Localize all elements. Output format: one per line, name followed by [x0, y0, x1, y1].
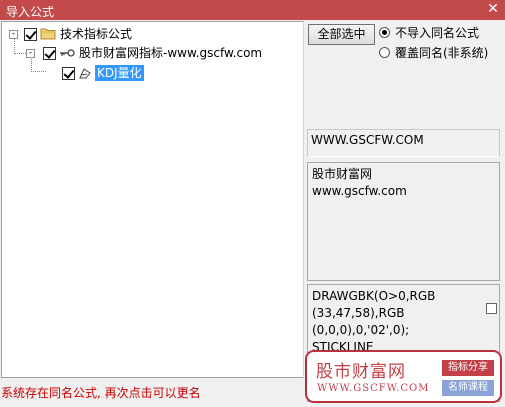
root-checkbox[interactable] [24, 28, 37, 41]
radio-indicator[interactable] [379, 47, 390, 58]
select-all-button[interactable]: 全部选中 [308, 24, 375, 45]
tree-node-label-selected: KDJ量化 [95, 65, 144, 81]
source-checkbox[interactable] [43, 47, 56, 60]
description-line: www.gscfw.com [312, 184, 407, 198]
collapse-icon[interactable]: - [9, 30, 18, 39]
description-line: 股市财富网 [312, 167, 373, 181]
watermark-tag: 指标分享 [442, 360, 494, 376]
code-line: DRAWGBK(O>0,RGB [312, 289, 436, 303]
formula-tree[interactable]: - 技术指标公式 - 股市财富网指标-www.gscfw.com KDJ量化 [1, 21, 304, 378]
tree-node-label: 股市财富网指标-www.gscfw.com [79, 46, 263, 60]
formula-url: WWW.GSCFW.COM [307, 129, 500, 157]
formula-icon [79, 68, 91, 79]
close-icon[interactable]: ✕ [485, 1, 501, 17]
code-line: (0,0,0),0,'02',0); [312, 323, 410, 337]
radio-label: 覆盖同名(非系统) [395, 46, 489, 60]
radio-indicator[interactable] [379, 27, 390, 38]
code-checkbox[interactable] [486, 303, 497, 314]
tree-node-source[interactable]: - 股市财富网指标-www.gscfw.com [2, 44, 302, 62]
tree-node-formula[interactable]: KDJ量化 [2, 63, 302, 81]
watermark-logo: 股市财富网 WWW.GSCFW.COM 指标分享 名师课程 [305, 350, 502, 403]
window-title: 导入公式 [6, 5, 55, 19]
watermark-url: WWW.GSCFW.COM [317, 383, 430, 394]
tree-node-label: 技术指标公式 [60, 27, 133, 41]
formula-checkbox[interactable] [62, 67, 75, 80]
collapse-icon[interactable]: - [26, 49, 35, 58]
folder-icon [40, 28, 56, 40]
status-message: 系统存在同名公式, 再次点击可以更名 [1, 386, 201, 400]
title-bar: 导入公式 ✕ [0, 0, 505, 20]
radio-label: 不导入同名公式 [395, 26, 480, 40]
watermark-tag: 名师课程 [442, 380, 494, 396]
tree-node-root[interactable]: - 技术指标公式 [2, 25, 302, 43]
formula-description: 股市财富网 www.gscfw.com [307, 162, 500, 281]
watermark-brand: 股市财富网 [316, 362, 406, 382]
code-line: (33,47,58),RGB [312, 306, 405, 320]
key-icon [60, 49, 75, 57]
